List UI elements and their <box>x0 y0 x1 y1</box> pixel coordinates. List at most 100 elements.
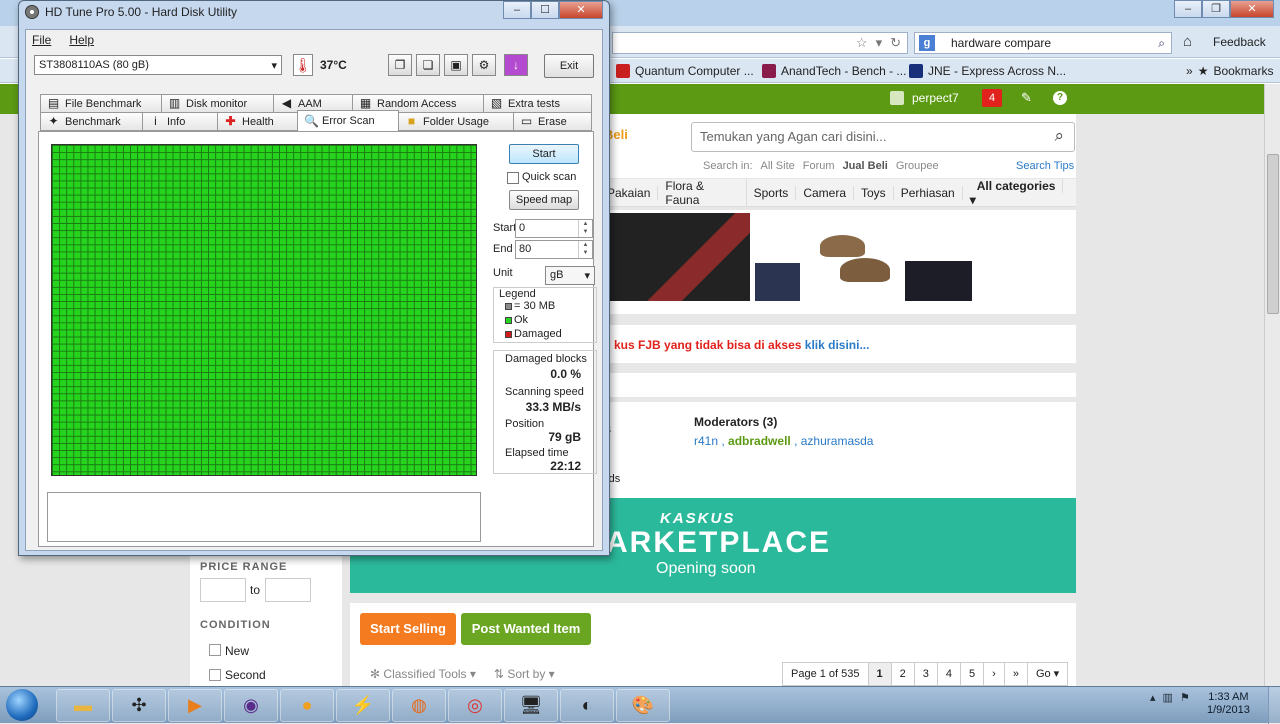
chrome-icon[interactable]: ◎ <box>448 689 502 722</box>
menu-file[interactable]: File <box>32 33 51 50</box>
winamp-icon[interactable]: ⚡ <box>336 689 390 722</box>
start-selling-button[interactable]: Start Selling <box>360 613 456 645</box>
download-icon[interactable]: ↓ <box>504 54 528 76</box>
feedback-button[interactable]: Feedback <box>1213 35 1266 49</box>
close-button[interactable]: ✕ <box>559 1 603 19</box>
tab-benchmark[interactable]: ✦ Benchmark <box>40 112 143 131</box>
start-orb-icon[interactable] <box>6 689 38 721</box>
scope-all-site[interactable]: All Site <box>761 160 795 172</box>
user-menu[interactable]: perpect7 <box>890 91 959 105</box>
price-max-input[interactable] <box>265 578 311 602</box>
go-dropdown[interactable]: Go ▾ <box>1026 662 1069 686</box>
firefox-icon[interactable]: ◍ <box>392 689 446 722</box>
tab-erase[interactable]: ▭ Erase <box>513 112 592 131</box>
category-item[interactable]: Toys <box>854 185 894 200</box>
address-bar[interactable]: ☆ ▾ ↻ <box>612 32 908 54</box>
tab-disk-monitor[interactable]: ▥ Disk monitor <box>161 94 274 113</box>
unit-select[interactable]: gB ▾ <box>545 266 595 285</box>
spinner-arrows-icon[interactable]: ▲ ▼ <box>578 220 592 237</box>
sort-by-dropdown[interactable]: ⇅ Sort by ▾ <box>494 667 555 681</box>
bookmarks-menu[interactable]: » ★ Bookmarks <box>1186 64 1273 78</box>
price-min-input[interactable] <box>200 578 246 602</box>
exit-button[interactable]: Exit <box>544 54 594 78</box>
promo-banner-image[interactable] <box>610 213 972 301</box>
maximize-button[interactable]: ❐ <box>1202 0 1230 18</box>
scrollbar-thumb[interactable] <box>1267 154 1279 314</box>
speed-map-button[interactable]: Speed map <box>509 190 579 210</box>
maximize-button[interactable]: ☐ <box>531 1 559 19</box>
end-spinner[interactable]: 80 ▲ ▼ <box>515 240 593 259</box>
help-icon[interactable]: ? <box>1053 91 1067 105</box>
google-icon[interactable]: g <box>919 35 935 51</box>
blackberry-icon[interactable]: ✣ <box>112 689 166 722</box>
home-icon[interactable]: ⌂ <box>1183 33 1192 50</box>
explorer-icon[interactable]: ▬ <box>56 689 110 722</box>
condition-new-checkbox[interactable] <box>209 644 221 656</box>
minimize-button[interactable]: – <box>503 1 531 19</box>
scope-jual-beli[interactable]: Jual Beli <box>843 160 888 172</box>
site-search-input[interactable]: Temukan yang Agan cari disini... ⌕ <box>691 122 1075 152</box>
moderator-link[interactable]: adbradwell <box>728 434 791 448</box>
quick-scan-checkbox[interactable] <box>507 172 519 184</box>
tab-health[interactable]: ✚ Health <box>217 112 298 131</box>
flag-tray-icon[interactable]: ⚑ <box>1180 691 1190 704</box>
options-icon[interactable]: ⚙ <box>472 54 496 76</box>
bookmark-jne[interactable]: JNE - Express Across N... <box>909 64 1066 78</box>
tab-file-benchmark[interactable]: ▤ File Benchmark <box>40 94 162 113</box>
post-wanted-item-button[interactable]: Post Wanted Item <box>461 613 591 645</box>
copy-info-icon[interactable]: ❐ <box>388 54 412 76</box>
start-spinner[interactable]: 0 ▲ ▼ <box>515 219 593 238</box>
category-item[interactable]: Flora & Fauna <box>658 178 747 207</box>
close-button[interactable]: ✕ <box>1230 0 1274 18</box>
search-icon[interactable]: ⌕ <box>1054 126 1064 146</box>
tab-info[interactable]: i Info <box>142 112 218 131</box>
moderator-link[interactable]: r41n <box>694 434 718 448</box>
notice-link[interactable]: klik disini... <box>805 338 870 352</box>
category-item[interactable]: Perhiasan <box>894 185 963 200</box>
menu-help[interactable]: Help <box>69 33 94 50</box>
all-categories-dropdown[interactable]: All categories ▾ <box>963 178 1076 207</box>
notification-badge[interactable]: 4 <box>982 89 1002 107</box>
category-item[interactable]: Camera <box>796 185 854 200</box>
clock[interactable]: 1:33 AM 1/9/2013 <box>1207 691 1250 717</box>
search-icon[interactable]: ⌕ <box>1158 36 1165 51</box>
network-tray-icon[interactable]: ▥ <box>1163 691 1173 704</box>
scope-groupee[interactable]: Groupee <box>896 160 939 172</box>
category-item[interactable]: Sports <box>747 185 797 200</box>
moderator-link[interactable]: azhuramasda <box>801 434 874 448</box>
star-icon[interactable]: ☆ <box>856 35 868 51</box>
classified-tools-dropdown[interactable]: ✻ Classified Tools ▾ <box>370 667 476 681</box>
tab-folder-usage[interactable]: ■ Folder Usage <box>398 112 514 131</box>
show-desktop-button[interactable] <box>1268 687 1280 724</box>
bookmark-anandtech[interactable]: AnandTech - Bench - ... <box>762 64 906 78</box>
scope-forum[interactable]: Forum <box>803 160 835 172</box>
media-player-icon[interactable]: ▶ <box>168 689 222 722</box>
pencil-icon[interactable]: ✎ <box>1021 90 1032 106</box>
bookmark-quantum[interactable]: Quantum Computer ... <box>616 64 754 78</box>
network-computer-icon[interactable]: 🖥 <box>504 689 558 722</box>
video-player-icon[interactable]: ◉ <box>224 689 278 722</box>
last-page-button[interactable]: » <box>1003 662 1028 686</box>
tab-error-scan[interactable]: 🔍 Error Scan <box>297 110 399 131</box>
tray-expand-icon[interactable]: ▴ <box>1150 691 1156 704</box>
page-button[interactable]: 2 <box>890 662 915 686</box>
start-button[interactable]: Start <box>509 144 579 164</box>
condition-second-checkbox[interactable] <box>209 669 221 681</box>
page-button[interactable]: 4 <box>936 662 962 686</box>
dropdown-arrow-icon[interactable]: ▾ <box>876 35 883 51</box>
search-tips-link[interactable]: Search Tips <box>1016 160 1074 172</box>
spinner-arrows-icon[interactable]: ▲ ▼ <box>578 241 592 258</box>
page-scrollbar[interactable] <box>1264 84 1280 686</box>
minimize-button[interactable]: – <box>1174 0 1202 18</box>
paint-icon[interactable]: 🎨 <box>616 689 670 722</box>
game-icon[interactable]: ● <box>280 689 334 722</box>
drive-select[interactable]: ST3808110AS (80 gB) ▾ <box>34 55 282 75</box>
scan-log-box[interactable] <box>47 492 481 542</box>
tab-extra-tests[interactable]: ▧ Extra tests <box>483 94 592 113</box>
save-icon[interactable]: ▣ <box>444 54 468 76</box>
hdtune-taskbar-icon[interactable]: ◐ <box>560 689 614 722</box>
page-button[interactable]: 5 <box>960 662 985 686</box>
browser-search-input[interactable]: g hardware compare ⌕ <box>914 32 1172 54</box>
reload-icon[interactable]: ↻ <box>890 35 901 51</box>
page-button[interactable]: 3 <box>913 662 938 686</box>
